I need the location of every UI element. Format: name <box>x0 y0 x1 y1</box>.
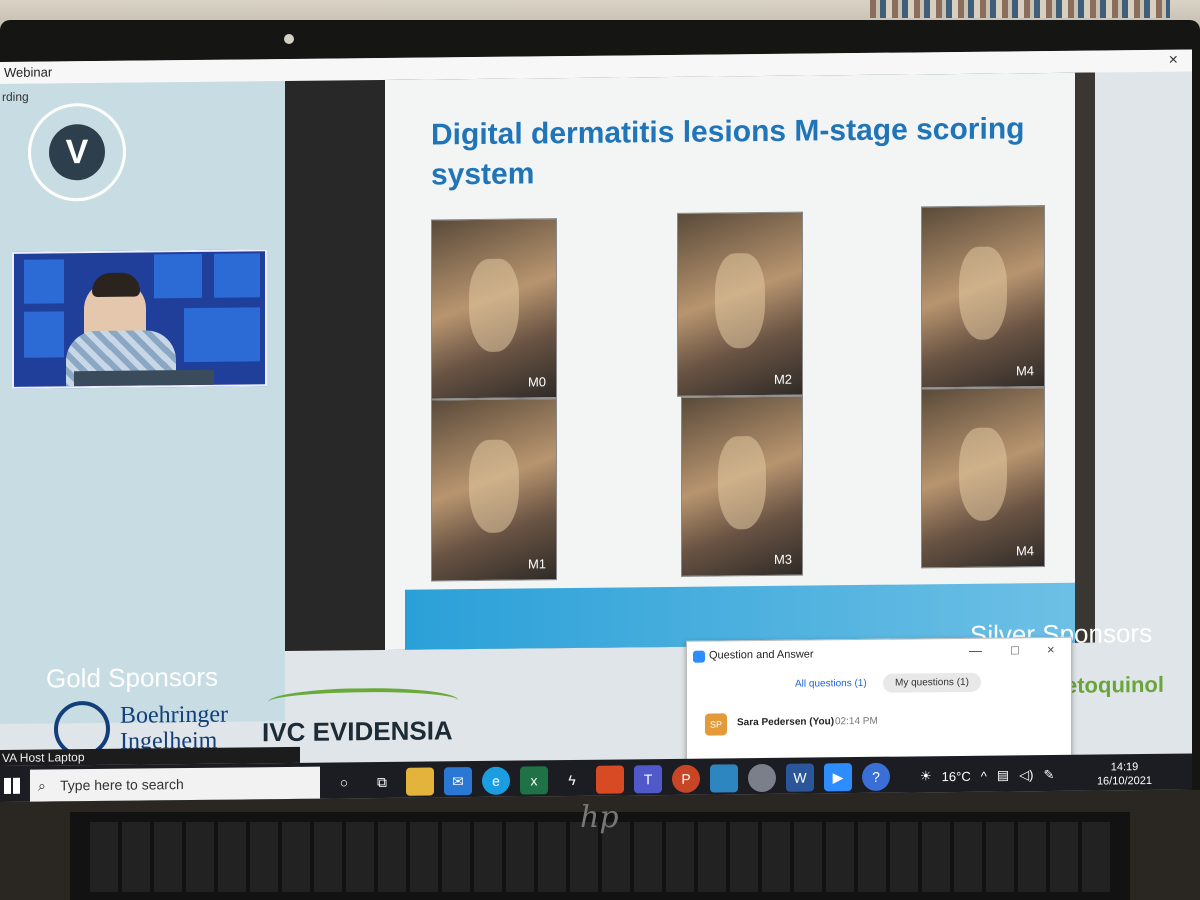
zoom-icon[interactable]: ▶ <box>824 763 852 792</box>
network-icon[interactable]: ▤ <box>997 767 1009 783</box>
hoof-photo-m4-bottom: M4 <box>921 387 1045 569</box>
slide-title: Digital dermatitis lesions M-stage scori… <box>431 112 1025 192</box>
photo-label: M1 <box>527 556 546 572</box>
edge-icon[interactable]: e <box>482 766 510 795</box>
qa-title: Question and Answer <box>709 648 814 662</box>
boehringer-text: Boehringer Ingelheim <box>120 702 228 755</box>
speaker-video[interactable] <box>12 249 267 389</box>
hoof-photo-m3: M3 <box>681 395 803 577</box>
window-close-button[interactable]: × <box>1169 50 1178 72</box>
clock[interactable]: 14:19 16/10/2021 <box>1097 760 1152 789</box>
hoof-photo-m4-top: M4 <box>921 205 1045 389</box>
vetoquinol-logo: etoquinol <box>1065 671 1164 698</box>
hoof-photo-m1: M1 <box>431 398 557 582</box>
slide-edge <box>1075 72 1095 643</box>
photo-label: M3 <box>773 551 792 567</box>
hoof-photo-m2: M2 <box>677 211 803 397</box>
photo-label: M4 <box>1015 363 1034 379</box>
ivc-evidensia-logo: IVC EVIDENSIA <box>262 715 453 748</box>
task-view-icon[interactable]: ⧉ <box>368 768 396 796</box>
mail-icon[interactable]: ✉ <box>444 767 472 796</box>
cortana-icon[interactable]: ○ <box>330 768 358 796</box>
webinar-side-panel: rding V <box>0 81 285 724</box>
bull-icon: V <box>49 123 105 181</box>
qa-close-button[interactable]: × <box>1047 642 1055 657</box>
hoof-photo-m0: M0 <box>431 218 557 400</box>
bookshelf <box>870 0 1170 18</box>
powerpoint-icon[interactable]: P <box>672 764 700 793</box>
app-icon[interactable]: ϟ <box>558 766 586 794</box>
qa-user-name: Sara Pedersen (You) <box>737 716 835 729</box>
qa-dialog: Question and Answer — □ × All questions … <box>686 636 1072 771</box>
maximize-button[interactable]: □ <box>1011 642 1019 657</box>
window-title: Webinar <box>4 64 53 80</box>
recording-label: rding <box>2 89 29 104</box>
temperature[interactable]: 16°C <box>942 768 971 783</box>
search-placeholder: Type here to search <box>60 776 184 794</box>
photo-label: M0 <box>527 374 546 390</box>
tab-all-questions[interactable]: All questions (1) <box>783 673 879 694</box>
system-tray: ☀ 16°C ^ ▤ ◁) ✎ <box>920 755 1054 796</box>
volume-icon[interactable]: ◁) <box>1019 767 1033 783</box>
slide: Digital dermatitis lesions M-stage scori… <box>385 72 1075 650</box>
search-icon: ⌕ <box>38 777 46 794</box>
taskbar-apps: ○ ⧉ ✉ e x ϟ T P W ▶ ? <box>330 762 890 797</box>
speaker-desk <box>74 369 214 389</box>
hp-logo: hp <box>580 800 619 835</box>
qa-timestamp: 02:14 PM <box>835 715 878 728</box>
file-explorer-icon[interactable] <box>406 767 434 796</box>
clock-time: 14:19 <box>1110 761 1139 774</box>
presentation-area: Digital dermatitis lesions M-stage scori… <box>285 72 1095 652</box>
windows-start-icon[interactable] <box>4 777 20 794</box>
tab-my-questions[interactable]: My questions (1) <box>883 672 981 693</box>
paint-icon[interactable] <box>748 763 776 793</box>
tray-chevron-icon[interactable]: ^ <box>981 768 987 783</box>
ivc-arc-icon <box>268 687 458 716</box>
gold-sponsors-heading: Gold Sponsors <box>46 661 218 694</box>
office-icon[interactable] <box>596 765 624 794</box>
minimize-button[interactable]: — <box>969 643 982 658</box>
bcva-logo: V <box>28 102 126 202</box>
boehringer-line1: Boehringer <box>120 701 228 729</box>
teams-icon[interactable]: T <box>634 765 662 794</box>
speaker-hair <box>92 272 140 298</box>
photo-label: M2 <box>773 371 792 387</box>
weather-icon[interactable]: ☀ <box>920 768 932 784</box>
photo-label: M4 <box>1015 543 1034 559</box>
search-input[interactable]: ⌕ Type here to search <box>30 766 320 802</box>
clock-date: 16/10/2021 <box>1096 774 1152 788</box>
laptop-screen: Webinar × rding V Digital dermatitis les… <box>0 49 1192 802</box>
help-icon[interactable]: ? <box>862 762 890 791</box>
photos-icon[interactable] <box>710 764 738 793</box>
webcam <box>284 34 294 44</box>
pen-icon[interactable]: ✎ <box>1043 767 1054 783</box>
word-icon[interactable]: W <box>786 763 814 792</box>
zoom-icon <box>693 650 705 663</box>
avatar: SP <box>705 713 727 736</box>
excel-icon[interactable]: x <box>520 766 548 795</box>
